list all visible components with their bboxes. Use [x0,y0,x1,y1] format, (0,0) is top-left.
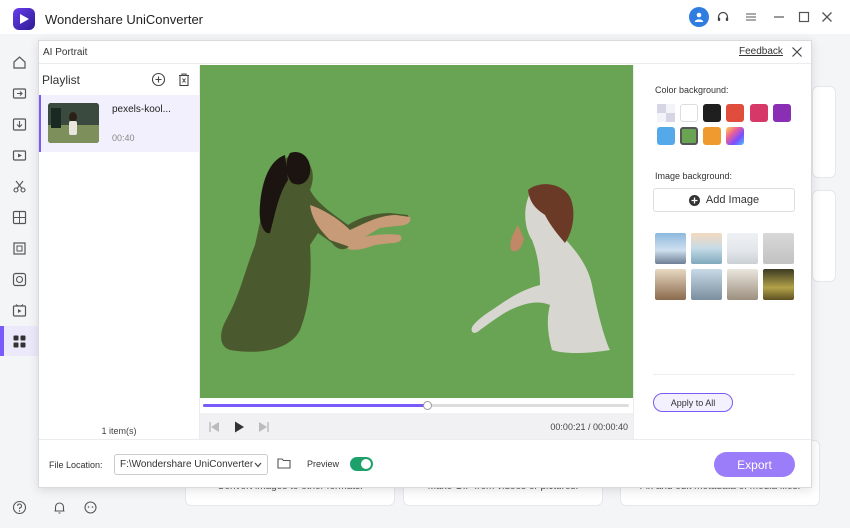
chevron-down-icon [254,462,262,468]
maximize-icon[interactable] [794,7,814,27]
home-icon[interactable] [10,53,28,71]
color-swatch-gradient[interactable] [726,127,744,145]
playlist-item-name: pexels-kool... [112,104,171,115]
ai-portrait-dialog: AI Portrait Feedback Playlist pexels-koo… [38,40,812,488]
minimize-icon[interactable] [769,7,789,27]
compress-icon[interactable] [10,239,28,257]
bg-image-lights[interactable] [763,269,794,300]
dialog-header: AI Portrait Feedback [39,41,811,64]
feedback-icon[interactable] [81,498,99,516]
app-title: Wondershare UniConverter [45,12,203,27]
feedback-link[interactable]: Feedback [739,46,783,57]
background-settings-panel: Color background: Image background: Add … [633,65,811,439]
color-swatch-green-selected[interactable] [680,127,698,145]
add-file-icon[interactable] [151,72,166,87]
bg-image-living-room[interactable] [727,269,758,300]
progress-fill [203,404,427,407]
app-logo [13,8,35,30]
color-swatch-white[interactable] [680,104,698,122]
toggle-knob [361,459,371,469]
color-swatch-purple[interactable] [773,104,791,122]
record-icon[interactable] [10,146,28,164]
add-image-label: Add Image [705,194,760,206]
bg-image-cafe[interactable] [655,269,686,300]
left-nav [0,34,38,528]
title-bar: Wondershare UniConverter [0,0,850,34]
playlist-title: Playlist [42,73,81,87]
bg-image-room[interactable] [727,233,758,264]
play-icon[interactable] [231,419,247,435]
delete-icon[interactable] [177,72,191,87]
progress-handle[interactable] [422,401,432,410]
menu-icon[interactable] [741,7,761,27]
merge-icon[interactable] [10,208,28,226]
preview-label: Preview [307,459,340,469]
image-background-label: Image background: [655,171,733,181]
preview-toggle[interactable] [350,457,373,471]
file-location-value: F:\Wondershare UniConverter [120,459,254,470]
close-window-icon[interactable] [817,7,837,27]
color-swatch-pink[interactable] [750,104,768,122]
nav-active-indicator [0,326,4,356]
file-location-label: File Location: [49,460,103,470]
color-background-label: Color background: [655,85,729,95]
playlist-item[interactable]: pexels-kool... 00:40 [39,95,199,152]
playlist-item-duration: 00:40 [112,133,135,143]
add-circle-icon [688,194,700,206]
add-image-button[interactable]: Add Image [653,188,795,212]
close-dialog-icon[interactable] [790,45,804,59]
toolbox-icon[interactable] [10,332,28,350]
dialog-footer: File Location: F:\Wondershare UniConvert… [39,439,811,487]
bell-icon[interactable] [50,498,68,516]
video-thumbnail [48,103,99,143]
color-swatch-blue[interactable] [657,127,675,145]
export-button[interactable]: Export [714,452,795,477]
next-frame-icon[interactable] [256,419,272,435]
progress-slider[interactable] [203,401,629,410]
bg-image-mountains[interactable] [655,233,686,264]
portrait-cutout-image [221,151,610,354]
color-swatch-red[interactable] [726,104,744,122]
bg-image-wall[interactable] [763,233,794,264]
headset-support-icon[interactable] [713,7,733,27]
file-location-select[interactable]: F:\Wondershare UniConverter [114,454,268,475]
video-preview[interactable] [200,65,633,398]
previous-frame-icon[interactable] [206,419,222,435]
bg-card-right-1 [812,86,836,178]
player-icon[interactable] [10,301,28,319]
color-swatch-orange[interactable] [703,127,721,145]
bg-image-office[interactable] [691,269,722,300]
color-swatch-black[interactable] [703,104,721,122]
apply-to-all-button[interactable]: Apply to All [653,393,733,412]
playlist-panel: Playlist pexels-kool... 00:40 1 item(s) [39,65,200,439]
dialog-title: AI Portrait [43,47,88,58]
control-bar: 00:00:21 / 00:00:40 [200,413,633,441]
time-display: 00:00:21 / 00:00:40 [550,422,628,432]
burn-dvd-icon[interactable] [10,270,28,288]
user-account-icon[interactable] [689,7,709,27]
convert-icon[interactable] [10,84,28,102]
cut-icon[interactable] [10,177,28,195]
download-icon[interactable] [10,115,28,133]
bg-card-right-2 [812,190,836,282]
bg-image-beach[interactable] [691,233,722,264]
color-swatch-transparent[interactable] [657,104,675,122]
panel-divider [653,374,795,375]
help-icon[interactable] [10,498,28,516]
playlist-count: 1 item(s) [101,426,137,436]
folder-icon[interactable] [277,457,291,469]
